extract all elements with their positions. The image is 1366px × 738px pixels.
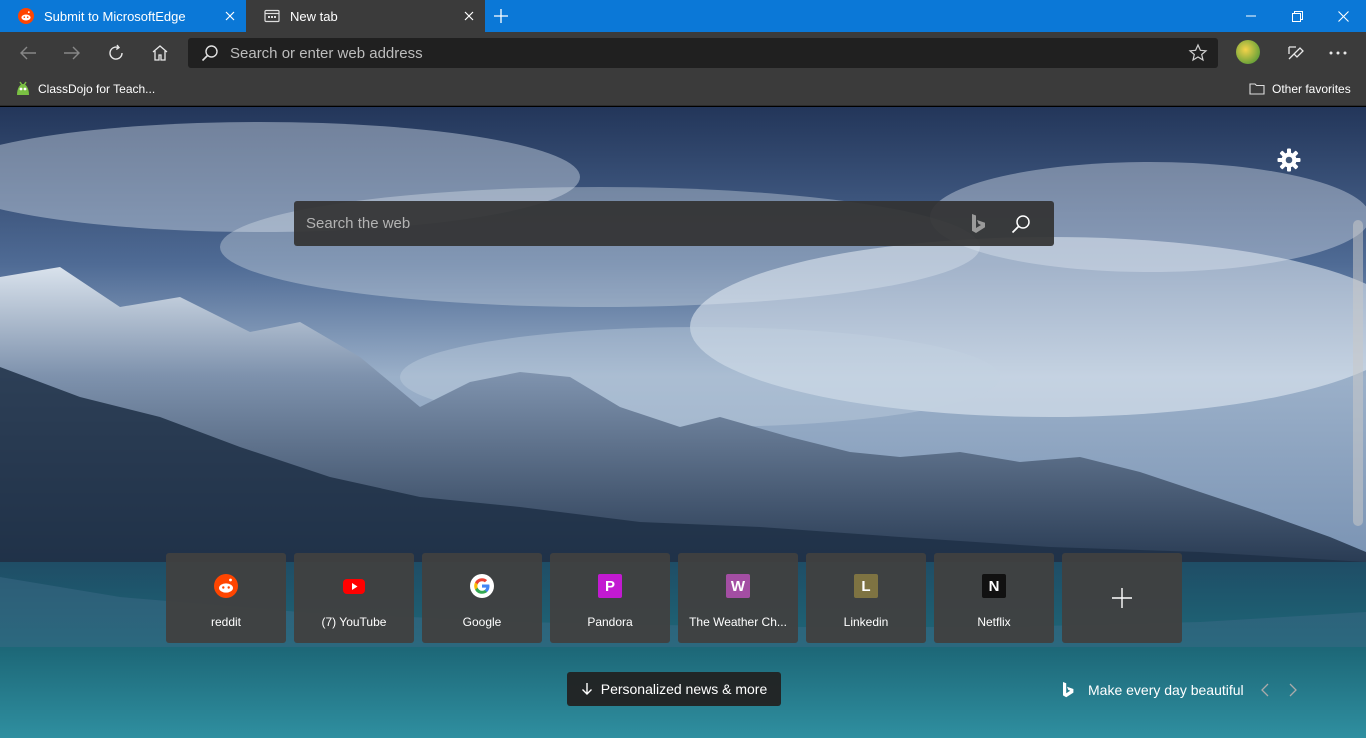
minimize-button[interactable] bbox=[1228, 0, 1274, 32]
close-window-button[interactable] bbox=[1320, 0, 1366, 32]
reddit-icon bbox=[214, 574, 238, 598]
plus-icon bbox=[494, 9, 508, 23]
previous-image-button[interactable] bbox=[1254, 679, 1276, 701]
plus-icon bbox=[1112, 588, 1132, 608]
tab-strip: Submit to MicrosoftEdge New tab bbox=[0, 0, 1366, 32]
top-sites: reddit (7) YouTube Google P Pandora W Th… bbox=[166, 553, 1182, 643]
forward-arrow-icon bbox=[64, 46, 80, 60]
new-tab-button[interactable] bbox=[488, 3, 514, 29]
search-icon[interactable] bbox=[1010, 213, 1032, 235]
home-button[interactable] bbox=[144, 37, 176, 69]
linkedin-icon: L bbox=[854, 574, 878, 598]
pen-share-icon bbox=[1288, 46, 1304, 60]
restore-button[interactable] bbox=[1274, 0, 1320, 32]
toolbar bbox=[0, 32, 1366, 74]
news-label: Personalized news & more bbox=[600, 681, 768, 697]
weather-channel-icon: W bbox=[726, 574, 750, 598]
address-bar[interactable] bbox=[188, 38, 1218, 68]
other-favorites[interactable]: Other favorites bbox=[1249, 74, 1351, 104]
tile-linkedin[interactable]: L Linkedin bbox=[806, 553, 926, 643]
more-menu-button[interactable] bbox=[1322, 37, 1354, 69]
youtube-icon bbox=[343, 579, 365, 594]
tile-label: Pandora bbox=[587, 615, 633, 629]
folder-icon bbox=[1249, 83, 1265, 95]
reddit-icon bbox=[18, 8, 34, 24]
netflix-icon: N bbox=[982, 574, 1006, 598]
share-button[interactable] bbox=[1280, 37, 1312, 69]
page-scrollbar[interactable] bbox=[1353, 220, 1363, 526]
bing-logo-icon bbox=[972, 213, 985, 233]
favorite-label: ClassDojo for Teach... bbox=[38, 82, 156, 96]
profile-avatar[interactable] bbox=[1236, 40, 1260, 64]
search-icon bbox=[201, 45, 218, 62]
tile-netflix[interactable]: N Netflix bbox=[934, 553, 1054, 643]
tile-label: The Weather Ch... bbox=[689, 615, 787, 629]
refresh-icon bbox=[109, 44, 123, 60]
web-search-input[interactable] bbox=[306, 215, 968, 232]
back-arrow-icon bbox=[20, 46, 36, 60]
chevron-left-icon bbox=[1260, 683, 1269, 697]
image-caption-text: Make every day beautiful bbox=[1088, 682, 1244, 698]
tab-reddit[interactable]: Submit to MicrosoftEdge bbox=[0, 0, 246, 32]
personalized-news-button[interactable]: Personalized news & more bbox=[567, 672, 781, 706]
newtab-icon bbox=[264, 9, 280, 23]
tile-youtube[interactable]: (7) YouTube bbox=[294, 553, 414, 643]
close-icon[interactable] bbox=[222, 8, 238, 24]
more-icon bbox=[1329, 51, 1347, 55]
other-favorites-label: Other favorites bbox=[1272, 82, 1351, 96]
add-site-tile[interactable] bbox=[1062, 553, 1182, 643]
google-icon bbox=[470, 574, 494, 598]
close-icon[interactable] bbox=[461, 8, 477, 24]
tile-label: (7) YouTube bbox=[321, 615, 387, 629]
next-image-button[interactable] bbox=[1282, 679, 1304, 701]
tile-reddit[interactable]: reddit bbox=[166, 553, 286, 643]
favorite-classdojo[interactable]: ClassDojo for Teach... bbox=[15, 74, 155, 104]
tab-label: Submit to MicrosoftEdge bbox=[44, 8, 186, 24]
tile-label: Netflix bbox=[977, 615, 1011, 629]
restore-icon bbox=[1291, 10, 1303, 22]
refresh-button[interactable] bbox=[100, 37, 132, 69]
favorites-bar: ClassDojo for Teach... Other favorites bbox=[0, 74, 1366, 106]
classdojo-icon bbox=[17, 81, 29, 95]
tile-google[interactable]: Google bbox=[422, 553, 542, 643]
minimize-icon bbox=[1246, 15, 1256, 17]
back-button[interactable] bbox=[12, 37, 44, 69]
favorite-star-icon[interactable] bbox=[1188, 43, 1208, 63]
address-input[interactable] bbox=[230, 44, 1188, 62]
settings-gear-icon[interactable] bbox=[1276, 147, 1302, 173]
web-search-box[interactable] bbox=[294, 201, 1054, 246]
tile-label: reddit bbox=[210, 615, 242, 629]
tile-label: Linkedin bbox=[843, 615, 889, 629]
tab-label: New tab bbox=[290, 8, 338, 24]
home-icon bbox=[152, 45, 168, 61]
tile-weather-channel[interactable]: W The Weather Ch... bbox=[678, 553, 798, 643]
image-caption: Make every day beautiful bbox=[1060, 679, 1304, 701]
arrow-down-icon bbox=[581, 683, 592, 695]
tile-label: Google bbox=[462, 615, 502, 629]
forward-button[interactable] bbox=[56, 37, 88, 69]
chevron-right-icon bbox=[1289, 683, 1297, 697]
pandora-icon: P bbox=[598, 574, 622, 598]
close-icon bbox=[1337, 10, 1349, 22]
tile-pandora[interactable]: P Pandora bbox=[550, 553, 670, 643]
bing-logo-icon bbox=[1063, 682, 1074, 698]
tab-new-tab[interactable]: New tab bbox=[246, 0, 485, 32]
